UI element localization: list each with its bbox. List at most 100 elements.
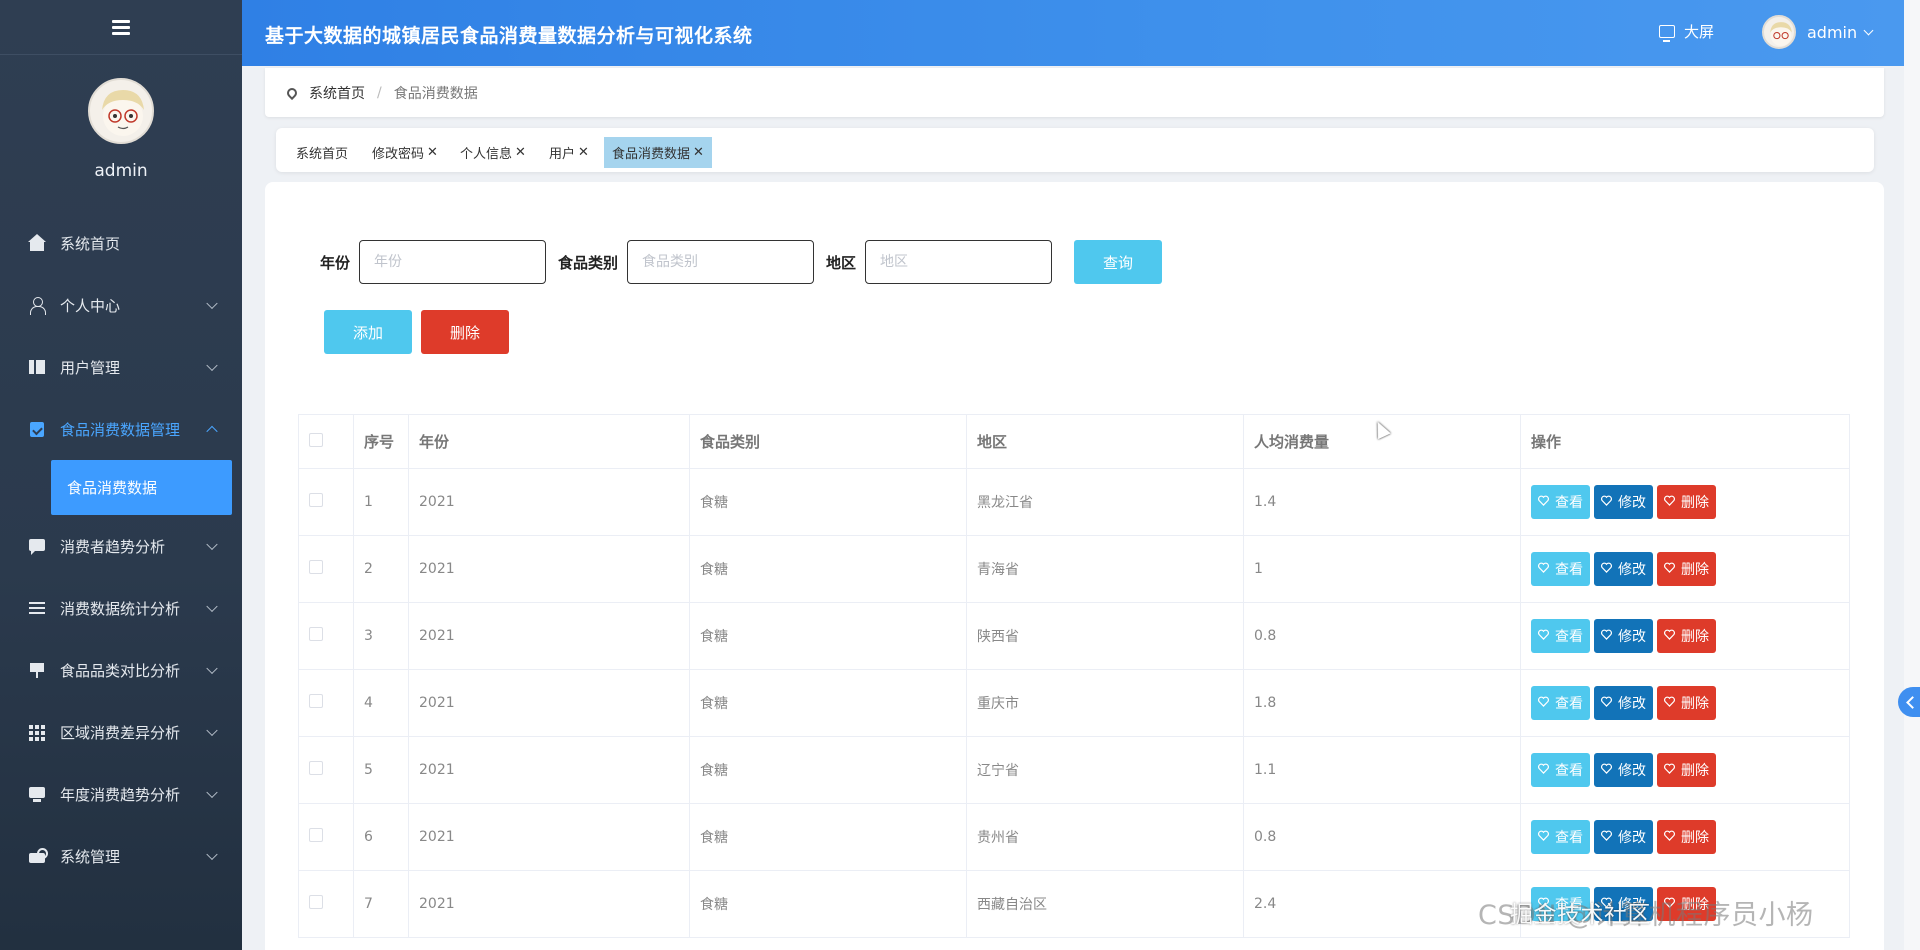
- sidebar-item-annual-trend[interactable]: 年度消费趋势分析: [0, 763, 242, 825]
- delete-button[interactable]: 删除: [1657, 485, 1716, 519]
- region-input[interactable]: [865, 240, 1053, 284]
- tab-home[interactable]: 系统首页: [288, 137, 356, 168]
- breadcrumb-separator: /: [377, 84, 382, 101]
- sidebar-user-name: admin: [94, 161, 148, 181]
- delete-button[interactable]: 删除: [1657, 686, 1716, 720]
- sidebar-item-label: 用户管理: [60, 358, 121, 377]
- edit-button[interactable]: 修改: [1594, 686, 1653, 720]
- chevron-down-icon: [206, 538, 218, 551]
- sidebar-item-category-comparison[interactable]: 食品品类对比分析: [0, 639, 242, 701]
- row-checkbox[interactable]: [309, 627, 323, 641]
- sidebar-item-regional-difference[interactable]: 区域消费差异分析: [0, 701, 242, 763]
- row-checkbox[interactable]: [309, 560, 323, 574]
- view-label: 查看: [1555, 495, 1583, 511]
- tab-user[interactable]: 用户 ✕: [541, 137, 597, 168]
- cell-category: 食糖: [689, 870, 967, 938]
- delete-label: 删除: [1681, 696, 1709, 712]
- edit-button[interactable]: 修改: [1594, 887, 1653, 921]
- chevron-down-icon: [206, 359, 218, 372]
- year-input[interactable]: [359, 240, 547, 284]
- tab-label: 系统首页: [296, 147, 349, 162]
- sidebar-item-consumer-trend[interactable]: 消费者趋势分析: [0, 515, 242, 577]
- close-icon[interactable]: ✕: [515, 145, 526, 160]
- cell-actions: 查看 修改 删除: [1520, 602, 1850, 670]
- edit-button[interactable]: 修改: [1594, 753, 1653, 787]
- avatar: [1762, 15, 1796, 49]
- close-icon[interactable]: ✕: [427, 145, 438, 160]
- heart-icon: [1538, 494, 1555, 510]
- sidebar-item-home[interactable]: 系统首页: [0, 212, 242, 274]
- sidebar-item-label: 消费者趋势分析: [60, 537, 166, 556]
- cell-category: 食糖: [689, 468, 967, 536]
- select-all-checkbox[interactable]: [309, 432, 323, 447]
- breadcrumb: 系统首页 / 食品消费数据: [265, 68, 1884, 117]
- batch-delete-button[interactable]: 删除: [421, 310, 509, 354]
- close-icon[interactable]: ✕: [693, 145, 704, 160]
- sidebar-item-system-management[interactable]: 系统管理: [0, 825, 242, 887]
- delete-button[interactable]: 删除: [1657, 887, 1716, 921]
- chevron-down-icon: [206, 786, 218, 799]
- cell-category: 食糖: [689, 535, 967, 603]
- delete-button[interactable]: 删除: [1657, 552, 1716, 586]
- delete-button[interactable]: 删除: [1657, 753, 1716, 787]
- heart-icon: [1664, 494, 1681, 510]
- cell-actions: 查看 修改 删除: [1520, 468, 1850, 536]
- sidebar-item-label: 食品消费数据管理: [60, 420, 181, 439]
- table-row: 7 2021 食糖 西藏自治区 2.4 查看 修改 删除: [298, 870, 1850, 938]
- view-button[interactable]: 查看: [1531, 485, 1590, 519]
- row-checkbox[interactable]: [309, 694, 323, 708]
- sidebar-item-user-management[interactable]: 用户管理: [0, 336, 242, 398]
- view-button[interactable]: 查看: [1531, 820, 1590, 854]
- edit-button[interactable]: 修改: [1594, 485, 1653, 519]
- heart-icon: [1664, 561, 1681, 577]
- edit-button[interactable]: 修改: [1594, 552, 1653, 586]
- view-button[interactable]: 查看: [1531, 887, 1590, 921]
- tab-food-data[interactable]: 食品消费数据 ✕: [604, 137, 712, 168]
- view-button[interactable]: 查看: [1531, 619, 1590, 653]
- heart-icon: [1538, 896, 1555, 912]
- column-header: 序号: [353, 414, 409, 469]
- cell-year: 2021: [408, 602, 690, 670]
- cell-actions: 查看 修改 删除: [1520, 669, 1850, 737]
- menu-toggle-icon[interactable]: [110, 16, 132, 38]
- category-input[interactable]: [627, 240, 815, 284]
- sidebar-subitem-food-data[interactable]: 食品消费数据: [51, 460, 232, 515]
- view-button[interactable]: 查看: [1531, 686, 1590, 720]
- collapse-panel-button[interactable]: [1898, 687, 1920, 717]
- row-select-cell: [298, 468, 354, 536]
- add-button[interactable]: 添加: [324, 310, 412, 354]
- view-button[interactable]: 查看: [1531, 753, 1590, 787]
- app-title: 基于大数据的城镇居民食品消费量数据分析与可视化系统: [265, 25, 753, 47]
- query-button[interactable]: 查询: [1074, 240, 1163, 284]
- cell-per-capita: 0.8: [1243, 803, 1521, 871]
- sidebar-item-personal-center[interactable]: 个人中心: [0, 274, 242, 336]
- tab-change-password[interactable]: 修改密码 ✕: [364, 137, 446, 168]
- cell-category: 食糖: [689, 602, 967, 670]
- breadcrumb-home[interactable]: 系统首页: [309, 83, 365, 103]
- user-dropdown[interactable]: admin: [1762, 15, 1874, 49]
- row-checkbox[interactable]: [309, 828, 323, 842]
- row-checkbox[interactable]: [309, 761, 323, 775]
- sidebar-item-food-data-management[interactable]: 食品消费数据管理: [0, 398, 242, 460]
- edit-button[interactable]: 修改: [1594, 619, 1653, 653]
- close-icon[interactable]: ✕: [578, 145, 589, 160]
- bigscreen-button[interactable]: 大屏: [1659, 21, 1714, 42]
- row-select-cell: [298, 803, 354, 871]
- delete-button[interactable]: 删除: [1657, 820, 1716, 854]
- row-select-cell: [298, 535, 354, 603]
- row-checkbox[interactable]: [309, 493, 323, 507]
- edit-label: 修改: [1618, 897, 1646, 913]
- flag-icon: [28, 661, 46, 679]
- view-button[interactable]: 查看: [1531, 552, 1590, 586]
- chevron-down-icon: [206, 662, 218, 675]
- tab-personal-info[interactable]: 个人信息 ✕: [452, 137, 534, 168]
- view-label: 查看: [1555, 696, 1583, 712]
- chevron-down-icon: [206, 600, 218, 613]
- sidebar-item-consumption-statistics[interactable]: 消费数据统计分析: [0, 577, 242, 639]
- edit-button[interactable]: 修改: [1594, 820, 1653, 854]
- delete-button[interactable]: 删除: [1657, 619, 1716, 653]
- sidebar-item-label: 年度消费趋势分析: [60, 785, 181, 804]
- row-checkbox[interactable]: [309, 895, 323, 909]
- row-select-cell: [298, 602, 354, 670]
- cell-year: 2021: [408, 803, 690, 871]
